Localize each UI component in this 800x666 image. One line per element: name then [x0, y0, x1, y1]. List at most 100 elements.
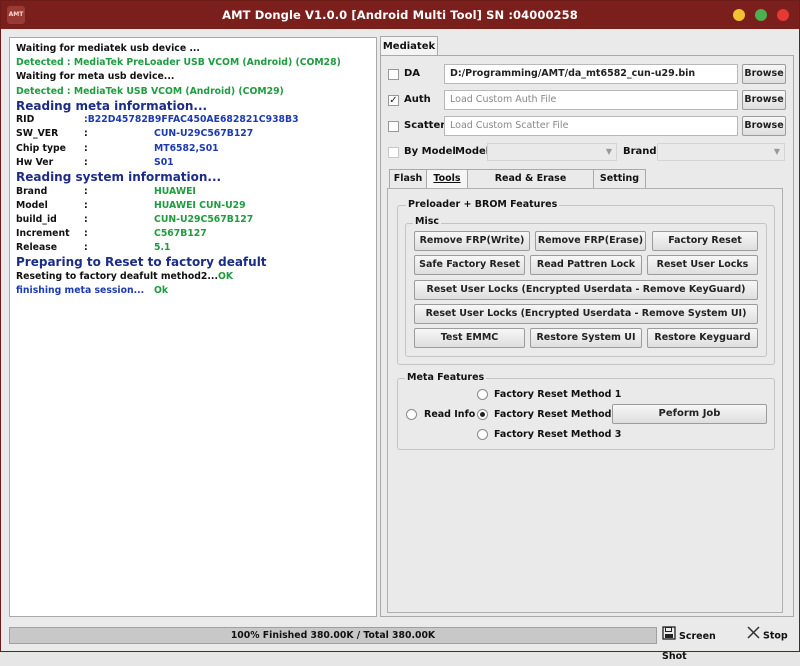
log-value: HUAWEI CUN-U29 — [154, 199, 246, 211]
log-heading: Preparing to Reset to factory deafult — [16, 255, 267, 270]
log-value: Ok — [154, 285, 169, 297]
read-info-radio[interactable] — [406, 409, 417, 420]
auth-label: Auth — [404, 94, 431, 105]
log-key: Model — [16, 199, 48, 211]
method-3-radio[interactable] — [477, 429, 488, 440]
close-button[interactable] — [777, 9, 789, 21]
stop-label: Stop — [763, 630, 788, 642]
reset-user-locks-button[interactable]: Reset User Locks — [647, 255, 758, 275]
restore-system-ui-button[interactable]: Restore System UI — [530, 328, 642, 348]
log-key: Chip type — [16, 142, 66, 154]
auth-checkbox[interactable]: ✓ — [388, 95, 399, 106]
log-value: OK — [217, 270, 234, 282]
factory-reset-button[interactable]: Factory Reset — [652, 231, 758, 251]
app-window: AMT AMT Dongle V1.0.0 [Android Multi Too… — [0, 0, 800, 662]
log-key: build_id — [16, 213, 57, 225]
reset-locks-keyguard-button[interactable]: Reset User Locks (Encrypted Userdata - R… — [414, 280, 758, 300]
read-pattern-lock-button[interactable]: Read Pattren Lock — [530, 255, 642, 275]
tab-mediatek[interactable]: Mediatek — [380, 36, 438, 56]
method-1-radio[interactable] — [477, 389, 488, 400]
stop-button[interactable]: Stop — [747, 626, 793, 645]
log-line: finishing meta session... Ok — [16, 284, 370, 298]
method-2-label: Factory Reset Method 2 — [494, 409, 622, 420]
log-key: RID — [16, 114, 35, 126]
log-line: Waiting for meta usb device... — [16, 71, 175, 83]
chevron-down-icon: ▼ — [605, 147, 612, 156]
model-dropdown[interactable]: ▼ — [487, 143, 617, 161]
log-colon: : — [84, 228, 88, 240]
log-line: Brand: HUAWEI — [16, 185, 370, 199]
log-key: Reseting to factory deafult method2... — [16, 270, 218, 282]
log-line: Detected : MediaTek USB VCOM (Android) (… — [16, 85, 284, 97]
log-key: finishing meta session... — [16, 285, 145, 297]
log-line: Chip type: MT6582,S01 — [16, 142, 370, 156]
tab-tools[interactable]: Tools — [426, 169, 468, 189]
meta-features-title: Meta Features — [405, 372, 487, 383]
screenshot-button[interactable]: Screen Shot — [662, 626, 742, 662]
scatter-checkbox[interactable] — [388, 121, 399, 132]
log-key: SW_VER — [16, 128, 59, 140]
test-emmc-button[interactable]: Test EMMC — [414, 328, 525, 348]
log-colon: : — [84, 242, 88, 254]
close-icon — [747, 626, 760, 646]
safe-factory-reset-button[interactable]: Safe Factory Reset — [414, 255, 525, 275]
log-line: Detected : MediaTek PreLoader USB VCOM (… — [16, 57, 341, 69]
method-1-label: Factory Reset Method 1 — [494, 389, 622, 400]
read-info-label: Read Info — [424, 409, 476, 420]
log-panel[interactable]: Waiting for mediatek usb device ... Dete… — [9, 37, 377, 617]
auth-file-field[interactable]: Load Custom Auth File — [444, 90, 738, 110]
log-value: C567B127 — [154, 228, 207, 240]
log-heading: Reading system information... — [16, 170, 222, 184]
by-model-checkbox[interactable] — [388, 147, 399, 158]
log-key: Release — [16, 242, 58, 254]
da-browse-button[interactable]: Browse — [742, 64, 786, 84]
auth-browse-button[interactable]: Browse — [742, 90, 786, 110]
title-bar: AMT AMT Dongle V1.0.0 [Android Multi Too… — [1, 1, 799, 29]
log-value: S01 — [154, 156, 174, 168]
tab-flash[interactable]: Flash — [389, 169, 427, 189]
progress-bar: 100% Finished 380.00K / Total 380.00K — [9, 627, 657, 644]
log-colon: : — [84, 185, 88, 197]
restore-keyguard-button[interactable]: Restore Keyguard — [647, 328, 758, 348]
log-line: Waiting for mediatek usb device ... — [16, 43, 200, 54]
method-2-radio[interactable] — [477, 409, 488, 420]
log-value: CUN-U29C567B127 — [154, 128, 254, 140]
method-3-label: Factory Reset Method 3 — [494, 429, 622, 440]
log-colon: : — [84, 213, 88, 225]
preloader-group-title: Preloader + BROM Features — [406, 199, 560, 210]
scatter-browse-button[interactable]: Browse — [742, 116, 786, 136]
brand-dropdown[interactable]: ▼ — [657, 143, 785, 161]
remove-frp-write-button[interactable]: Remove FRP(Write) — [414, 231, 530, 251]
log-value: CUN-U29C567B127 — [154, 213, 254, 225]
perform-job-button[interactable]: Peform Job — [612, 404, 767, 424]
reset-locks-system-ui-button[interactable]: Reset User Locks (Encrypted Userdata - R… — [414, 304, 758, 324]
maximize-button[interactable] — [755, 9, 767, 21]
log-line: build_id: CUN-U29C567B127 — [16, 213, 370, 227]
log-line: Increment: C567B127 — [16, 227, 370, 241]
log-line: Release: 5.1 — [16, 241, 370, 255]
log-colon: : — [84, 128, 88, 140]
log-line: Model: HUAWEI CUN-U29 — [16, 199, 370, 213]
chevron-down-icon: ▼ — [773, 147, 780, 156]
log-key: Hw Ver — [16, 156, 54, 168]
log-value: MT6582,S01 — [154, 142, 219, 154]
log-line: Hw Ver: S01 — [16, 156, 370, 170]
da-checkbox[interactable] — [388, 69, 399, 80]
log-value: 5.1 — [154, 242, 171, 254]
brand-label: Brand — [623, 146, 657, 157]
log-line: SW_VER: CUN-U29C567B127 — [16, 127, 370, 141]
minimize-button[interactable] — [733, 9, 745, 21]
log-colon: : — [84, 156, 88, 168]
log-value: HUAWEI — [154, 185, 196, 197]
log-line: RID:B22D45782B9FFAC450AE682821C938B3 — [16, 113, 370, 127]
log-key: Increment — [16, 228, 70, 240]
tab-read-erase[interactable]: Read & Erase Operation — [467, 169, 594, 202]
da-file-field[interactable]: D:/Programming/AMT/da_mt6582_cun-u29.bin — [444, 64, 738, 84]
tab-setting[interactable]: Setting — [593, 169, 646, 189]
save-icon — [662, 626, 676, 647]
log-line: Reseting to factory deafult method2...OK — [16, 270, 370, 284]
log-key: Brand — [16, 185, 48, 197]
da-label: DA — [404, 68, 421, 79]
remove-frp-erase-button[interactable]: Remove FRP(Erase) — [535, 231, 646, 251]
scatter-file-field[interactable]: Load Custom Scatter File — [444, 116, 738, 136]
